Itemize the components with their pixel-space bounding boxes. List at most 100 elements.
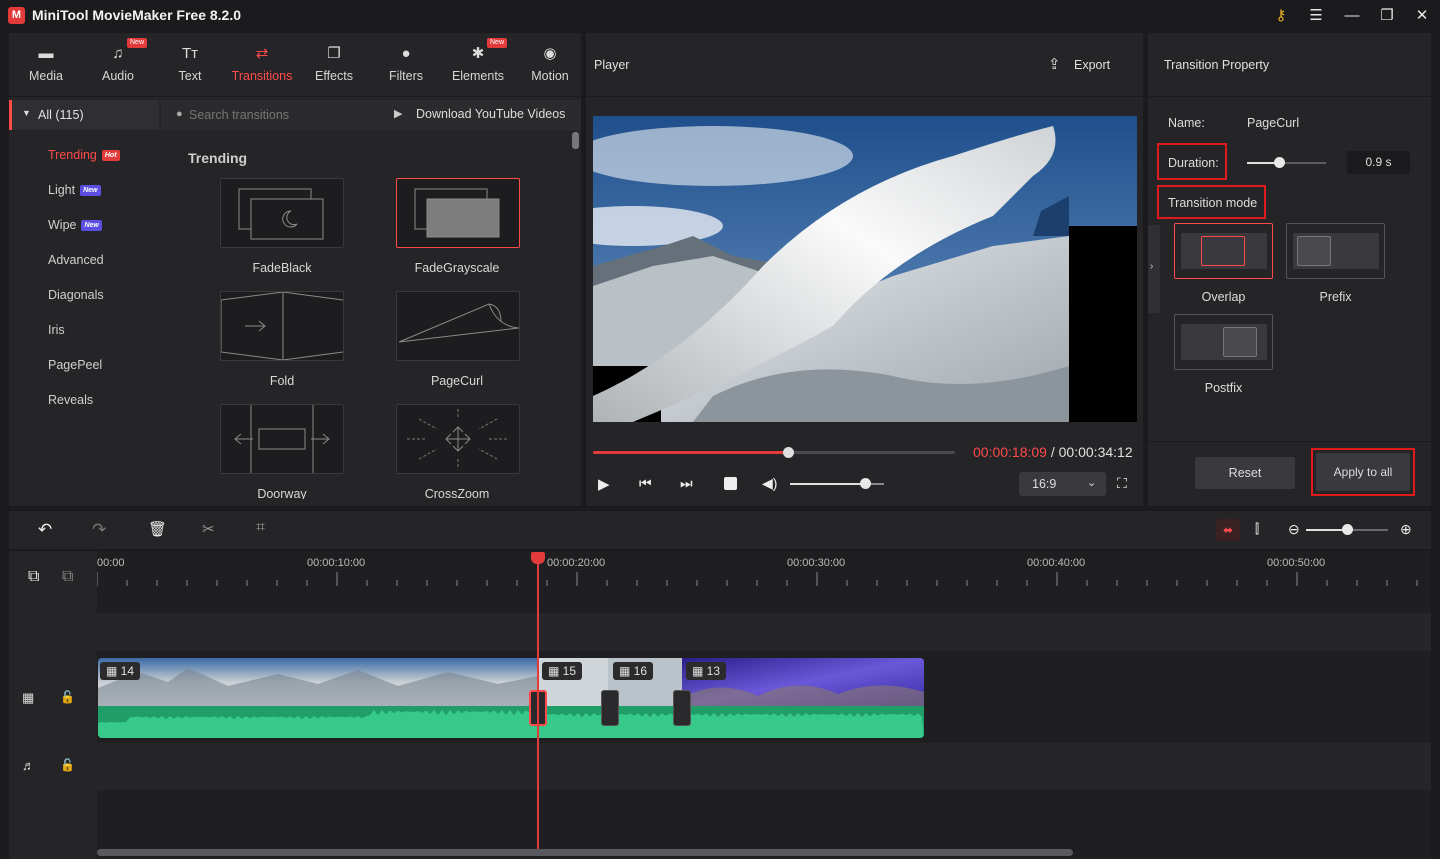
clip-label: ▦ 13 [686,662,727,680]
fit-icon[interactable]: ⫿ [1255,521,1259,537]
aspect-ratio-select[interactable]: 16:9 ⌄ [1019,472,1106,496]
mode-prefix[interactable] [1286,223,1385,279]
download-youtube-link[interactable]: Download YouTube Videos [416,107,565,121]
search-input[interactable] [189,105,359,125]
time-readout: 00:00:18:09 / 00:00:34:12 [973,444,1133,460]
tab-elements[interactable]: New ✱ Elements [442,33,514,97]
tick-label: 00:00:20:00 [547,557,606,569]
tick-label: 00:00:30:00 [787,557,846,569]
transition-marker[interactable] [673,690,691,726]
zoom-out-icon[interactable]: ⊖ [1288,521,1300,538]
tab-audio[interactable]: New ♫ Audio [82,33,154,97]
transition-label: Doorway [257,487,307,499]
duration-input[interactable]: 0.9 s [1347,151,1410,174]
category-wipe[interactable]: Wipe New [48,218,102,232]
export-button[interactable]: Export [1074,58,1110,72]
mode-overlap[interactable] [1174,223,1273,279]
hot-badge: Hot [101,150,120,162]
apply-to-all-button[interactable]: Apply to all [1316,453,1410,491]
preview-frame [593,116,1137,422]
duration-slider[interactable] [1247,157,1326,168]
menu-icon[interactable]: ☰ [1305,6,1327,26]
tab-label: Elements [451,69,505,83]
lock-icon[interactable]: 🔓 [60,758,75,772]
current-time: 00:00:18:09 [973,444,1047,460]
add-track-icon[interactable]: ⧉ [28,568,39,586]
mode-postfix[interactable] [1174,314,1273,370]
elements-icon: ✱ [471,45,485,62]
transition-label: CrossZoom [424,487,490,499]
transition-thumb-doorway[interactable] [220,404,344,474]
tab-label: Audio [102,69,134,83]
category-reveals[interactable]: Reveals [48,393,93,407]
grid-scrollbar[interactable] [572,132,579,149]
chevron-right-icon: › [1150,261,1154,272]
category-advanced[interactable]: Advanced [48,253,104,267]
audio-track-icon: ♬ [22,758,35,773]
reset-button[interactable]: Reset [1195,457,1295,489]
divider [1148,96,1431,97]
category-light[interactable]: Light New [48,183,101,197]
stop-icon[interactable] [724,477,737,490]
tab-motion[interactable]: ◉ Motion [514,33,586,97]
aspect-ratio-value: 16:9 [1032,477,1057,491]
name-value: PageCurl [1247,116,1300,130]
category-label: Light [48,183,76,197]
crop-icon[interactable]: ⌗ [256,519,265,537]
remove-track-icon[interactable]: ⧉ [62,568,73,586]
transition-thumb-fold[interactable] [220,291,344,361]
category-pagepeel[interactable]: PagePeel [48,358,102,372]
timeline-scrollbar[interactable] [97,849,1073,856]
playhead[interactable] [537,552,539,852]
key-icon[interactable]: ⚷ [1270,6,1292,26]
minimize-icon[interactable]: — [1341,6,1363,26]
volume-icon[interactable]: ◀) [762,475,777,492]
tab-media[interactable]: ▬ Media [10,33,82,97]
transition-thumb-pagecurl[interactable] [396,291,520,361]
transition-thumb-fadeblack[interactable] [220,178,344,248]
previous-frame-icon[interactable]: ⏮ [639,475,652,492]
maximize-icon[interactable]: ❐ [1376,6,1398,26]
main-toolbar: ▬ Media New ♫ Audio Tт Text ⇄ Transitions ❐ Ef… [9,33,581,97]
undo-icon[interactable]: ↶ [38,520,52,540]
category-trending[interactable]: Trending Hot [48,148,120,162]
film-icon: ▦ [548,664,563,678]
tab-transitions[interactable]: ⇄ Transitions [226,33,298,97]
transition-marker[interactable] [601,690,619,726]
category-diagonals[interactable]: Diagonals [48,288,104,302]
close-icon[interactable]: ✕ [1411,6,1433,26]
lock-icon[interactable]: 🔓 [60,690,75,704]
tab-text[interactable]: Tт Text [154,33,226,97]
category-all[interactable]: ▼ All (115) [9,100,159,130]
tab-effects[interactable]: ❐ Effects [298,33,370,97]
tab-filters[interactable]: ● Filters [370,33,442,97]
total-time: 00:00:34:12 [1058,444,1133,460]
music-note-icon: ♫ [112,45,124,62]
volume-slider[interactable] [790,478,884,489]
category-iris[interactable]: Iris [48,323,65,337]
next-frame-icon[interactable]: ⏭ [680,475,693,492]
zoom-slider[interactable] [1306,524,1388,535]
film-icon: ▦ [619,664,634,678]
tab-label: Filters [388,69,424,83]
play-icon[interactable]: ▶ [598,475,610,493]
film-icon: ▦ [692,664,707,678]
collapse-handle[interactable]: › [1148,225,1160,313]
transition-thumb-crosszoom[interactable] [396,404,520,474]
time-separator: / [1046,444,1059,460]
transition-thumb-fadegrayscale[interactable] [396,178,520,248]
redo-icon[interactable]: ↷ [92,520,106,540]
seek-bar[interactable] [593,447,955,458]
split-icon[interactable]: ✂ [202,520,215,538]
delete-icon[interactable]: 🗑 [148,520,167,538]
zoom-in-icon[interactable]: ⊕ [1400,521,1412,538]
playhead-handle[interactable] [531,552,545,564]
duration-label: Duration: [1168,156,1219,170]
app-title: MiniTool MovieMaker Free 8.2.0 [32,7,242,23]
youtube-icon: ▶ [394,108,403,120]
clip-number: 15 [562,664,577,678]
video-track-clips [98,658,924,738]
snap-icon[interactable]: ⬌ [1216,519,1240,541]
clip-label: ▦ 15 [542,662,583,680]
fullscreen-icon[interactable]: ⛶ [1117,475,1127,492]
